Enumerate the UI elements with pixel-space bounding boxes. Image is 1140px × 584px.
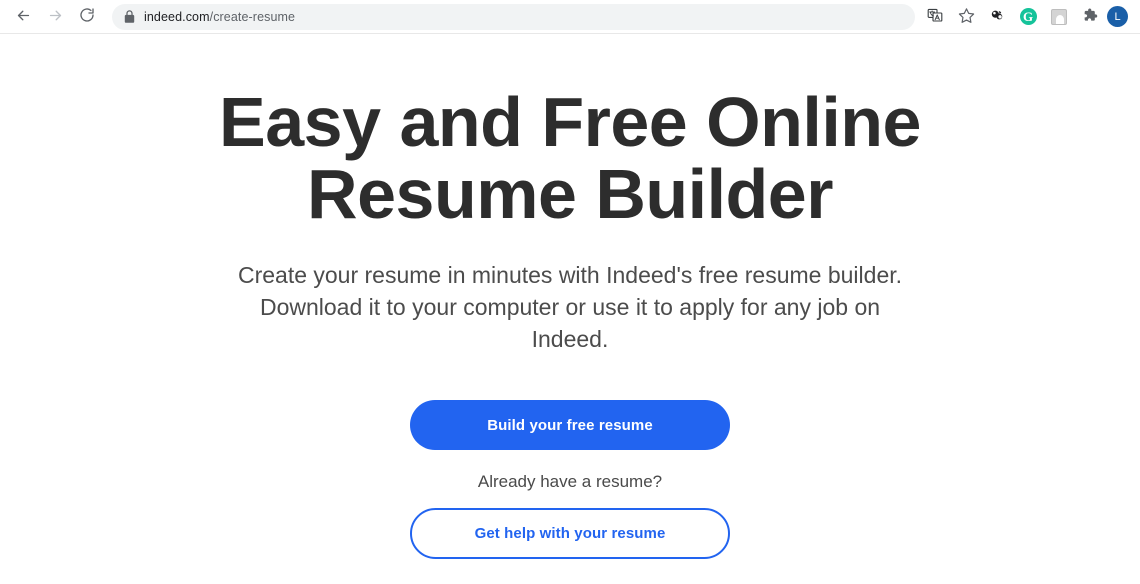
build-free-resume-button[interactable]: Build your free resume [410, 400, 730, 451]
grammarly-extension-icon: G [1019, 8, 1037, 25]
back-arrow-icon [15, 7, 32, 27]
photo-extension-icon [1051, 8, 1067, 25]
translate-icon [927, 7, 943, 26]
toolbar-actions: G L [921, 3, 1132, 31]
extensions-button[interactable] [1076, 3, 1104, 31]
navigation-buttons [8, 3, 102, 31]
profile-avatar[interactable]: L [1107, 6, 1128, 27]
address-bar-path: /create-resume [209, 9, 296, 24]
lock-icon [124, 10, 135, 23]
bookmark-button[interactable] [952, 3, 980, 31]
page-title: Easy and Free Online Resume Builder [219, 83, 921, 234]
forward-button[interactable] [40, 3, 70, 31]
browser-toolbar: indeed.com/create-resume G L [0, 0, 1140, 34]
page-content: Easy and Free Online Resume Builder Crea… [0, 34, 1140, 583]
page-subtitle: Create your resume in minutes with Indee… [237, 262, 903, 352]
reload-icon [79, 7, 95, 26]
address-bar-host: indeed.com [144, 9, 210, 24]
extension-sphere-icon [989, 7, 1006, 27]
address-bar-url: indeed.com/create-resume [144, 10, 295, 24]
grammarly-extension-button[interactable]: G [1014, 3, 1042, 31]
photo-extension-button[interactable] [1045, 3, 1073, 31]
forward-arrow-icon [47, 7, 64, 27]
puzzle-extensions-icon [1082, 7, 1098, 26]
address-bar[interactable]: indeed.com/create-resume [112, 3, 915, 30]
back-button[interactable] [8, 3, 38, 31]
get-help-with-resume-button[interactable]: Get help with your resume [410, 508, 730, 560]
star-bookmark-icon [958, 7, 975, 27]
translate-button[interactable] [921, 3, 949, 31]
extension-sphere-button[interactable] [983, 3, 1011, 31]
already-have-resume-label: Already have a resume? [477, 472, 663, 492]
reload-button[interactable] [72, 3, 102, 31]
